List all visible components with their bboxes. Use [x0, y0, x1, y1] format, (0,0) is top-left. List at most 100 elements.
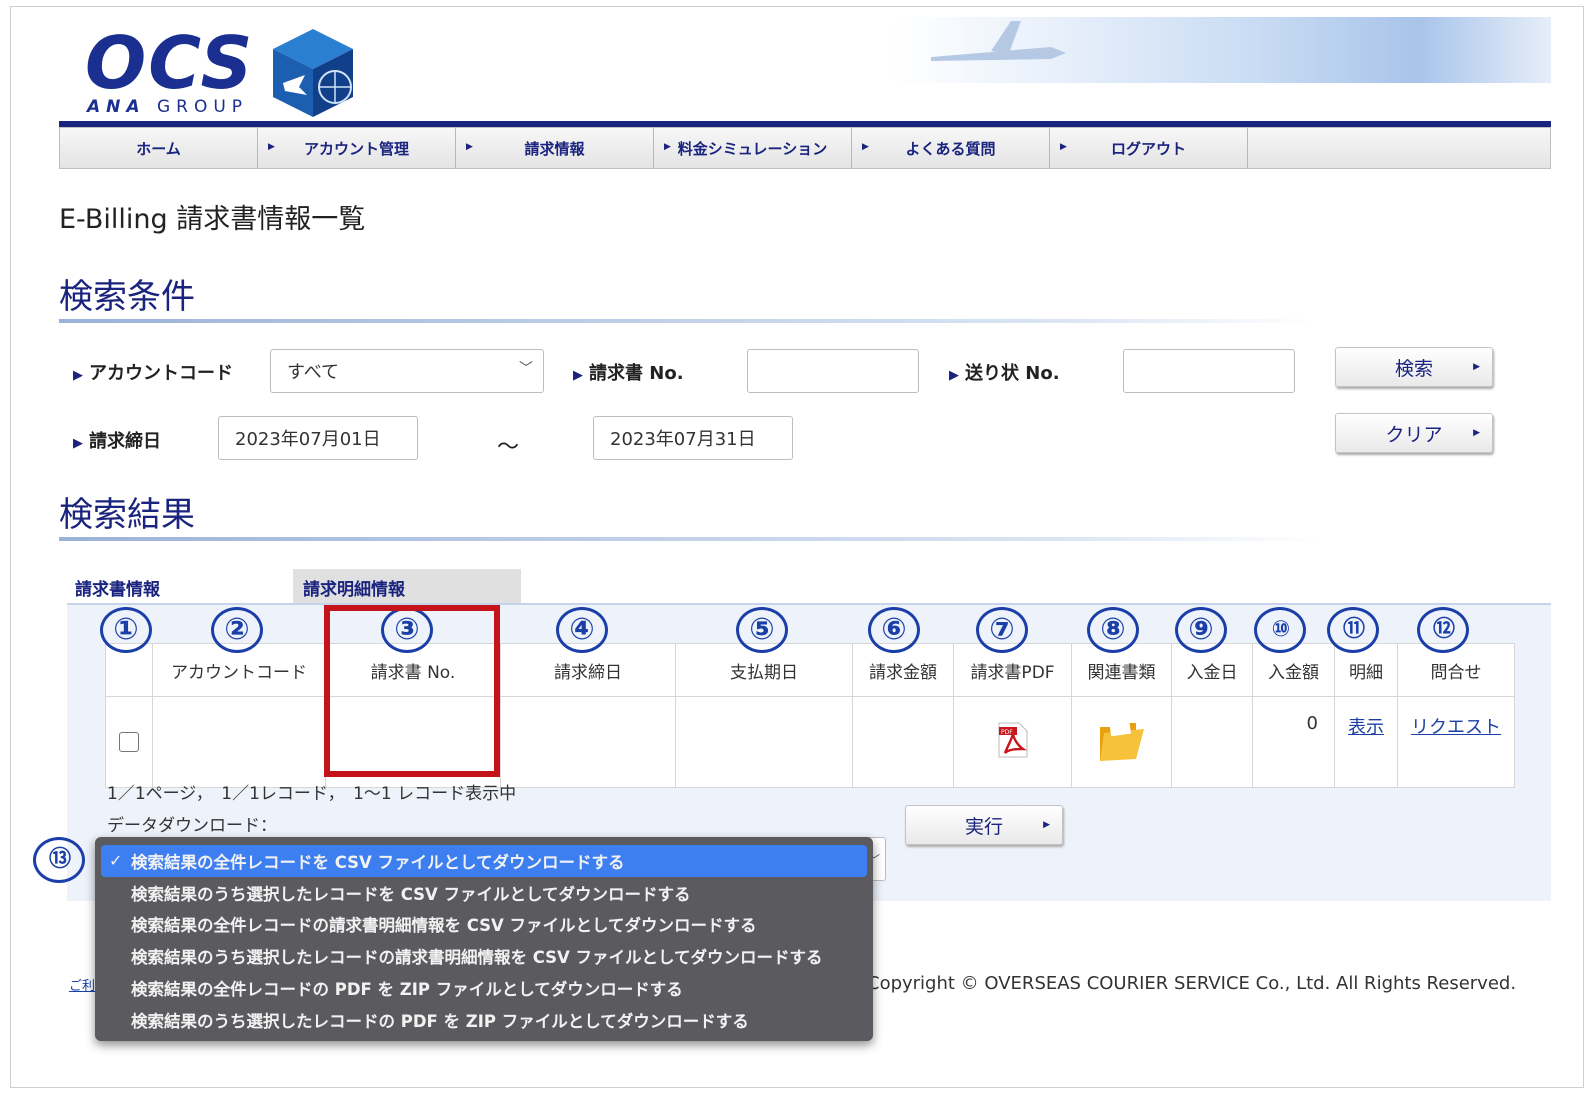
logo-cube-icon [273, 29, 353, 117]
cell-related-docs [1071, 696, 1172, 788]
closing-date-label: ▶ 請求締日 [73, 427, 161, 453]
search-heading: 検索条件 [59, 277, 195, 317]
nav-simulation[interactable]: ▶ 料金シミュレーション [654, 128, 852, 168]
callout-9: ⑨ [1175, 607, 1227, 653]
nav-label: 料金シミュレーション [677, 139, 828, 158]
option-label: 検索結果のうち選択したレコードを CSV ファイルとしてダウンロードする [131, 884, 691, 904]
inquiry-link[interactable]: リクエスト [1411, 717, 1501, 738]
option-label: 検索結果の全件レコードの PDF を ZIP ファイルとしてダウンロードする [131, 980, 683, 1000]
results-table: アカウントコード 請求書 No. 請求締日 支払期日 請求金額 請求書PDF 関… [105, 643, 1515, 788]
download-option-selected-pdf-zip[interactable]: 検索結果のうち選択したレコードの PDF を ZIP ファイルとしてダウンロード… [95, 1004, 873, 1036]
download-option-all-csv[interactable]: ✓ 検索結果の全件レコードを CSV ファイルとしてダウンロードする [101, 845, 867, 877]
triangle-right-icon: ▶ [73, 436, 83, 451]
table-row: PDF 0 表示 リクエスト [105, 696, 1515, 788]
nav-home[interactable]: ホーム [60, 128, 258, 168]
callout-8: ⑧ [1087, 607, 1139, 653]
triangle-right-icon: ▶ [466, 142, 473, 152]
option-label: 検索結果の全件レコードの請求書明細情報を CSV ファイルとしてダウンロードする [131, 916, 757, 936]
invoice-no-input[interactable] [747, 349, 919, 393]
pdf-icon[interactable]: PDF [995, 721, 1031, 759]
waybill-no-input[interactable] [1123, 349, 1295, 393]
download-option-selected-detail-csv[interactable]: 検索結果のうち選択したレコードの請求書明細情報を CSV ファイルとしてダウンロ… [95, 940, 873, 972]
option-label: 検索結果のうち選択したレコードの請求書明細情報を CSV ファイルとしてダウンロ… [131, 948, 823, 968]
detail-link[interactable]: 表示 [1348, 717, 1384, 738]
invoice-no-highlight [324, 605, 500, 777]
download-option-selected-csv[interactable]: 検索結果のうち選択したレコードを CSV ファイルとしてダウンロードする [95, 877, 873, 909]
option-label: 検索結果の全件レコードを CSV ファイルとしてダウンロードする [131, 852, 625, 872]
ocs-logo[interactable]: OCS ANA GROUP [81, 23, 401, 123]
cell-inquiry: リクエスト [1397, 696, 1515, 788]
header-banner [891, 17, 1551, 83]
button-label: クリア [1385, 423, 1443, 446]
nav-label: ログアウト [1110, 139, 1186, 158]
tab-invoice-info[interactable]: 請求書情報 [67, 569, 293, 605]
page-frame: OCS ANA GROUP ホーム ▶ アカウント管理 ▶ 請求情報 ▶ 料金シミュレ… [10, 6, 1584, 1088]
triangle-right-icon: ▶ [73, 368, 83, 383]
nav-label: よくある質問 [905, 139, 996, 158]
cell-account-code [152, 696, 326, 788]
col-inquiry: 問合せ [1397, 643, 1515, 697]
nav-billing[interactable]: ▶ 請求情報 [456, 128, 654, 168]
triangle-right-icon: ▶ [1473, 428, 1480, 438]
folder-icon[interactable] [1096, 717, 1148, 763]
page-title: E-Billing 請求書情報一覧 [59, 204, 366, 235]
nav-label: ホーム [136, 139, 181, 158]
triangle-right-icon: ▶ [1060, 142, 1067, 152]
button-label: 実行 [964, 815, 1003, 838]
triangle-right-icon: ▶ [573, 368, 583, 383]
cell-due-date [675, 696, 853, 788]
option-label: 検索結果のうち選択したレコードの PDF を ZIP ファイルとしてダウンロード… [131, 1011, 749, 1031]
col-paid-amount: 入金額 [1252, 643, 1335, 697]
callout-13: ⑬ [33, 837, 85, 883]
footer-link[interactable]: ご利 [69, 975, 95, 994]
account-code-label: ▶ アカウントコード [73, 359, 233, 385]
tab-invoice-detail-info[interactable]: 請求明細情報 [293, 569, 521, 605]
airplane-banner-icon [931, 21, 1066, 61]
callout-2: ② [211, 607, 263, 653]
nav-logout[interactable]: ▶ ログアウト [1050, 128, 1248, 168]
date-range-separator: ～ [497, 435, 520, 460]
search-button[interactable]: 検索 ▶ [1335, 347, 1493, 387]
execute-button[interactable]: 実行 ▶ [905, 805, 1063, 845]
nav-faq[interactable]: ▶ よくある質問 [852, 128, 1050, 168]
logo-sub-brand: ANA [87, 97, 146, 117]
triangle-right-icon: ▶ [949, 368, 959, 383]
download-options-menu: ✓ 検索結果の全件レコードを CSV ファイルとしてダウンロードする 検索結果のう… [95, 837, 873, 1041]
logo-sub-group: GROUP [156, 97, 249, 117]
account-code-select[interactable]: すべて ﹀ [270, 349, 544, 393]
table-header-row: アカウントコード 請求書 No. 請求締日 支払期日 請求金額 請求書PDF 関… [105, 643, 1515, 697]
select-value: すべて [287, 362, 340, 383]
checkmark-icon: ✓ [109, 851, 123, 871]
download-option-all-pdf-zip[interactable]: 検索結果の全件レコードの PDF を ZIP ファイルとしてダウンロードする [95, 972, 873, 1004]
row-checkbox-cell [105, 696, 153, 788]
clear-button[interactable]: クリア ▶ [1335, 413, 1493, 453]
label-text: アカウントコード [89, 363, 233, 384]
row-checkbox[interactable] [119, 732, 139, 752]
label-text: 請求締日 [89, 431, 161, 452]
results-heading: 検索結果 [59, 495, 195, 535]
cell-amount [852, 696, 954, 788]
nav-label: アカウント管理 [303, 139, 409, 158]
callout-5: ⑤ [736, 607, 788, 653]
callout-7: ⑦ [976, 607, 1028, 653]
results-heading-rule [59, 537, 1319, 541]
chevron-down-icon: ﹀ [519, 361, 533, 377]
date-from-input[interactable]: 2023年07月01日 [218, 416, 418, 460]
date-to-input[interactable]: 2023年07月31日 [593, 416, 793, 460]
label-text: 請求書 No. [589, 363, 684, 384]
copyright-text: Copyright © OVERSEAS COURIER SERVICE Co.… [867, 973, 1517, 994]
cell-closing-date [500, 696, 676, 788]
cell-paid-date [1171, 696, 1253, 788]
triangle-right-icon: ▶ [862, 142, 869, 152]
callout-4: ④ [556, 607, 608, 653]
cell-detail: 表示 [1334, 696, 1398, 788]
triangle-right-icon: ▶ [1473, 362, 1480, 372]
callout-1: ① [100, 607, 152, 653]
nav-label: 請求情報 [524, 139, 585, 158]
nav-account[interactable]: ▶ アカウント管理 [258, 128, 456, 168]
triangle-right-icon: ▶ [1043, 820, 1050, 830]
download-option-all-detail-csv[interactable]: 検索結果の全件レコードの請求書明細情報を CSV ファイルとしてダウンロードする [95, 909, 873, 941]
triangle-right-icon: ▶ [664, 142, 671, 152]
callout-11: ⑪ [1327, 607, 1379, 653]
